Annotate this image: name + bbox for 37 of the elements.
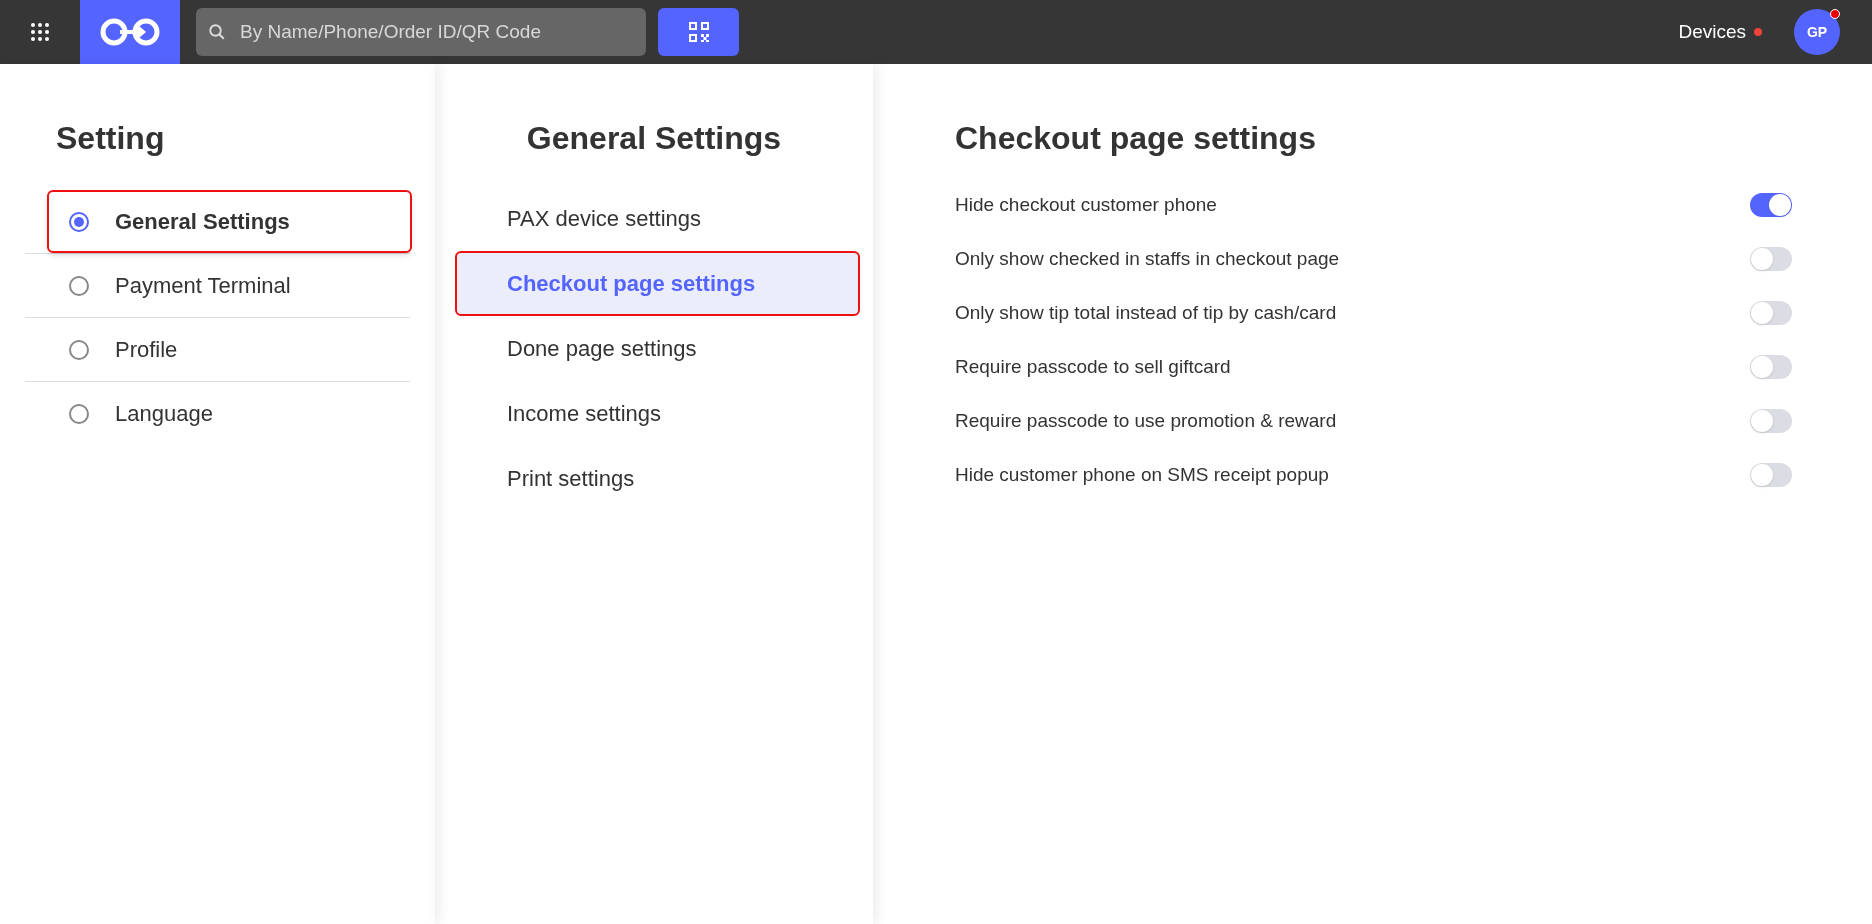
toggle-switch[interactable] xyxy=(1750,463,1792,487)
radio-icon xyxy=(69,275,89,296)
panel-title: Checkout page settings xyxy=(955,119,1317,158)
general-settings-item[interactable]: Done page settings xyxy=(455,316,860,381)
setting-menu-item[interactable]: General Settings xyxy=(47,190,412,253)
option-label: Require passcode to sell giftcard xyxy=(955,354,1231,379)
toggle-switch[interactable] xyxy=(1750,247,1792,271)
option-label: Hide checkout customer phone xyxy=(955,192,1217,217)
qr-code-icon xyxy=(687,21,710,43)
search-icon xyxy=(208,23,226,41)
option-label: Require passcode to use promotion & reward xyxy=(955,408,1337,433)
radio-icon xyxy=(69,339,89,360)
option-label: Only show tip total instead of tip by cash/card xyxy=(955,300,1337,325)
setting-menu-item[interactable]: Language xyxy=(47,382,412,445)
toggle-switch[interactable] xyxy=(1750,301,1792,325)
radio-icon xyxy=(69,403,89,424)
general-settings-item[interactable]: Income settings xyxy=(455,381,860,446)
logo-button[interactable] xyxy=(80,0,180,64)
panel-title: General Settings xyxy=(525,119,783,158)
setting-menu-item[interactable]: Payment Terminal xyxy=(47,254,412,317)
option-label: Hide customer phone on SMS receipt popup xyxy=(955,462,1329,487)
general-settings-item[interactable]: Print settings xyxy=(455,446,860,511)
general-settings-item[interactable]: PAX device settings xyxy=(455,186,860,251)
app-grid-icon xyxy=(30,22,50,42)
toggle-switch[interactable] xyxy=(1750,355,1792,379)
devices-button[interactable]: Devices xyxy=(1678,17,1762,47)
search-field[interactable]: By Name/Phone/Order ID/QR Code xyxy=(196,8,646,56)
logo-icon xyxy=(98,17,162,47)
option-label: Only show checked in staffs in checkout page xyxy=(955,246,1340,271)
radio-icon xyxy=(69,211,89,232)
general-settings-item[interactable]: Checkout page settings xyxy=(455,251,860,316)
panel-title: Setting xyxy=(56,119,166,158)
toggle-switch[interactable] xyxy=(1750,409,1792,433)
avatar-button[interactable]: GP xyxy=(1794,9,1840,55)
qr-scan-button[interactable] xyxy=(658,8,739,56)
setting-menu-item[interactable]: Profile xyxy=(47,318,412,381)
toggle-switch[interactable] xyxy=(1750,193,1792,217)
